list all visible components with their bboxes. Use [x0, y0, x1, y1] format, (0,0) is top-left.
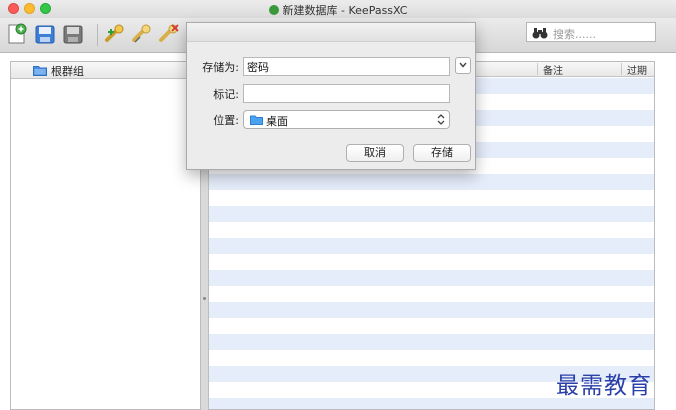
save-as-input[interactable] — [243, 57, 450, 76]
save-database-icon — [63, 25, 83, 44]
delete-entry-icon — [159, 24, 179, 42]
column-divider — [537, 63, 538, 75]
column-expires[interactable]: 过期 — [627, 62, 647, 77]
edit-entry-icon — [132, 24, 151, 43]
add-entry-button[interactable] — [104, 23, 126, 45]
toolbar-separator — [97, 24, 98, 46]
tags-label: 标记: — [213, 88, 239, 101]
select-arrows-icon — [437, 114, 445, 125]
save-as-label: 存储为: — [202, 61, 239, 74]
new-database-button[interactable] — [6, 23, 28, 45]
root-group-label: 根群组 — [51, 65, 84, 78]
save-button[interactable]: 存储 — [413, 144, 471, 162]
binoculars-icon — [532, 28, 548, 39]
cancel-button[interactable]: 取消 — [346, 144, 404, 162]
keepassxc-logo-icon — [268, 5, 279, 15]
expand-dialog-button[interactable] — [455, 57, 471, 74]
chevron-down-icon — [459, 62, 467, 68]
watermark-text: 最需教育 — [556, 373, 652, 399]
column-divider — [621, 63, 622, 75]
location-select[interactable]: 桌面 — [243, 110, 450, 129]
folder-icon — [33, 66, 47, 76]
groups-panel: 根群组 — [10, 61, 201, 410]
desktop-folder-icon — [250, 115, 263, 125]
group-root-row[interactable]: 根群组 — [11, 62, 200, 79]
window-title-area: 新建数据库 - KeePassXC — [0, 2, 676, 18]
splitter-grip — [203, 297, 206, 300]
save-dialog: 存储为: 标记: 位置: 桌面 取消 存储 — [186, 22, 476, 170]
column-notes[interactable]: 备注 — [543, 62, 563, 77]
window-title: 新建数据库 - KeePassXC — [282, 4, 408, 17]
tags-input[interactable] — [243, 84, 450, 103]
open-database-button[interactable] — [34, 23, 56, 45]
search-field[interactable]: 搜索...... — [526, 22, 656, 42]
location-value: 桌面 — [266, 115, 288, 128]
location-label: 位置: — [213, 114, 239, 127]
add-entry-icon — [105, 24, 124, 42]
dialog-title-bar — [187, 23, 475, 42]
edit-entry-button[interactable] — [131, 23, 153, 45]
search-placeholder: 搜索...... — [553, 28, 596, 41]
new-database-icon — [8, 23, 27, 44]
open-database-icon — [35, 25, 55, 44]
title-bar: 新建数据库 - KeePassXC — [0, 0, 676, 19]
delete-entry-button[interactable] — [158, 23, 180, 45]
save-database-button[interactable] — [62, 23, 84, 45]
